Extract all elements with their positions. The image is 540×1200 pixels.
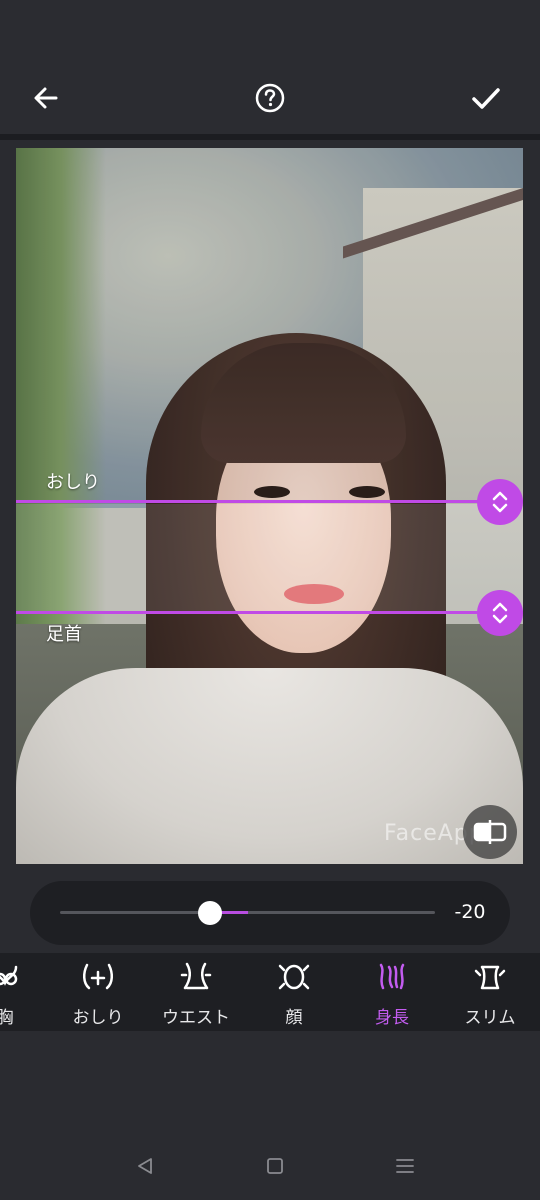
tab-label: スリム [464,1008,516,1028]
tab-face[interactable]: 顔 [244,953,344,1031]
nav-home-icon [267,1158,283,1174]
chest-icon [0,965,18,986]
guide-line-top[interactable] [16,500,523,503]
chevron-up-down-icon [492,602,508,624]
system-nav-bar [0,1133,540,1200]
slider-track[interactable] [60,911,435,914]
help-circle-icon [255,83,285,113]
top-toolbar [0,0,540,134]
compare-button[interactable] [463,805,517,859]
compare-icon [473,820,507,844]
face-icon [278,964,310,990]
waist-icon [180,962,212,990]
guide-handle-top[interactable] [477,479,523,525]
slider-thumb[interactable] [198,901,222,925]
tab-label: 身長 [375,1008,409,1028]
guide-handle-bottom[interactable] [477,590,523,636]
back-button[interactable] [26,78,66,118]
chevron-up-down-icon [492,491,508,513]
tab-label: ウエスト [162,1008,230,1028]
slider-value: -20 [454,901,486,923]
toolbar-divider [0,134,540,140]
height-icon [379,963,405,990]
nav-home-button[interactable] [260,1151,290,1181]
tab-waist[interactable]: ウエスト [146,953,246,1031]
nav-recents-button[interactable] [390,1151,420,1181]
slim-icon [474,965,506,990]
edited-photo [16,148,523,864]
selected-region [16,504,523,612]
adjustment-slider-panel: -20 [30,881,510,945]
nav-recents-icon [396,1159,414,1173]
faceapp-editor-screen: FaceApp おしり 足首 -20 胸 おしり ウエスト 顔 身長 スリム [0,0,540,1200]
help-button[interactable] [250,78,290,118]
nav-back-button[interactable] [130,1151,160,1181]
tab-slim[interactable]: スリム [440,953,540,1031]
body-part-tabs: 胸 おしり ウエスト 顔 身長 スリム [0,953,540,1031]
tab-height[interactable]: 身長 [342,953,442,1031]
check-icon [472,88,500,109]
photo-canvas[interactable]: FaceApp おしり 足首 [16,148,523,864]
confirm-button[interactable] [466,78,506,118]
tab-label: 胸 [0,1008,14,1028]
tab-label: おしり [72,1008,124,1028]
nav-back-icon [138,1158,152,1174]
tab-label: 顔 [285,1008,303,1028]
guide-line-bottom[interactable] [16,611,523,614]
hips-icon [83,963,113,990]
tab-hips[interactable]: おしり [48,953,148,1031]
tab-chest[interactable]: 胸 [0,953,55,1031]
guide-label-bottom: 足首 [46,624,82,645]
arrow-left-icon [34,87,58,109]
guide-label-top: おしり [46,472,100,493]
